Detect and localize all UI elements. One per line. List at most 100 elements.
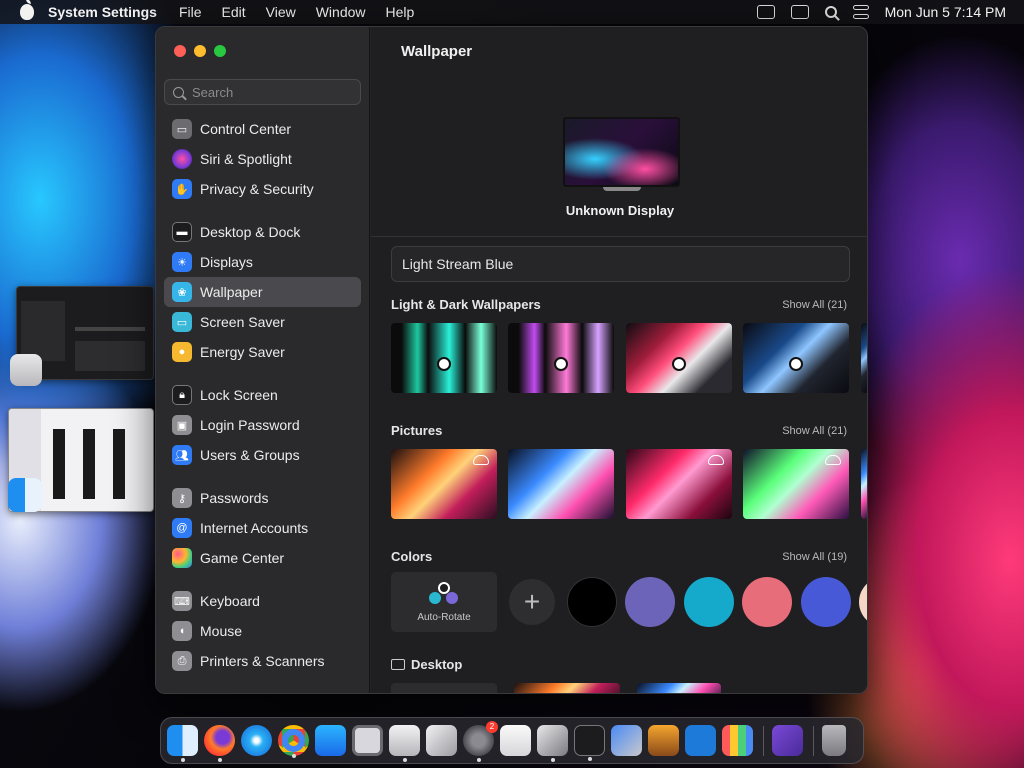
desktop-folder-thumbnail[interactable] bbox=[637, 683, 721, 693]
terminal-icon[interactable] bbox=[574, 725, 605, 761]
app-store-icon[interactable] bbox=[315, 725, 346, 756]
sidebar-item-control-center[interactable]: ▭ Control Center bbox=[164, 117, 361, 144]
disk-utility-icon[interactable] bbox=[10, 354, 42, 386]
finder-icon[interactable] bbox=[167, 725, 198, 762]
launchpad-icon[interactable] bbox=[722, 725, 753, 756]
show-all-light-dark-button[interactable]: Show All (21) bbox=[782, 299, 847, 311]
control-center-icon[interactable] bbox=[852, 5, 869, 19]
sidebar-item-label: Energy Saver bbox=[200, 344, 285, 360]
screenshot-icon[interactable] bbox=[352, 725, 383, 756]
dock: 2 bbox=[160, 717, 864, 764]
mouse-icon: ◖ bbox=[172, 621, 192, 641]
light-dark-icon bbox=[554, 357, 568, 371]
desktop-folder-thumbnail[interactable] bbox=[391, 683, 497, 693]
sidebar-item-keyboard[interactable]: ⌨ Keyboard bbox=[164, 586, 361, 616]
sidebar-item-login-password[interactable]: ▣ Login Password bbox=[164, 410, 361, 440]
menu-window[interactable]: Window bbox=[316, 4, 366, 20]
light-dark-icon bbox=[672, 357, 686, 371]
textedit-icon[interactable] bbox=[500, 725, 531, 756]
auto-rotate-icon bbox=[429, 581, 459, 606]
sidebar-item-screen-saver[interactable]: ▭ Screen Saver bbox=[164, 307, 361, 337]
sidebar-item-label: Keyboard bbox=[200, 593, 260, 609]
sidebar-item-desktop-dock[interactable]: ▬ Desktop & Dock bbox=[164, 217, 361, 247]
picture-thumbnail[interactable] bbox=[861, 449, 867, 519]
main-pane: Wallpaper Unknown Display Light Stream B… bbox=[371, 27, 867, 693]
garageband-icon[interactable] bbox=[648, 725, 679, 756]
menu-help[interactable]: Help bbox=[386, 4, 415, 20]
wallpaper-icon: ❀ bbox=[172, 282, 192, 302]
sidebar-item-energy-saver[interactable]: ● Energy Saver bbox=[164, 337, 361, 367]
color-swatch-black[interactable] bbox=[567, 577, 617, 627]
finder-icon[interactable] bbox=[8, 478, 42, 512]
auto-rotate-button[interactable]: Auto-Rotate bbox=[391, 572, 497, 632]
add-color-button[interactable]: + bbox=[509, 579, 555, 625]
sidebar-item-privacy-security[interactable]: ✋ Privacy & Security bbox=[164, 174, 361, 204]
show-all-colors-button[interactable]: Show All (19) bbox=[782, 551, 847, 563]
wallpaper-thumbnail[interactable] bbox=[508, 323, 614, 393]
picture-thumbnail[interactable] bbox=[743, 449, 849, 519]
sidebar-item-siri-spotlight[interactable]: Siri & Spotlight bbox=[164, 144, 361, 174]
sidebar-item-internet-accounts[interactable]: @ Internet Accounts bbox=[164, 513, 361, 543]
screen-mirroring-icon[interactable] bbox=[790, 5, 809, 19]
desktop-folder-thumbnail[interactable] bbox=[514, 683, 620, 693]
sidebar-item-game-center[interactable]: Game Center bbox=[164, 543, 361, 573]
display-preview[interactable] bbox=[563, 117, 680, 187]
xcode-icon[interactable] bbox=[611, 725, 642, 756]
script-editor-icon[interactable] bbox=[426, 725, 457, 756]
picture-thumbnail[interactable] bbox=[508, 449, 614, 519]
disk-utility-icon[interactable] bbox=[537, 725, 568, 762]
show-all-pictures-button[interactable]: Show All (21) bbox=[782, 425, 847, 437]
menu-edit[interactable]: Edit bbox=[222, 4, 246, 20]
minimize-button[interactable] bbox=[194, 45, 206, 57]
sidebar-item-printers-scanners[interactable]: ⎙ Printers & Scanners bbox=[164, 646, 361, 676]
picture-thumbnail[interactable] bbox=[391, 449, 497, 519]
sidebar: Search ▭ Control Center Siri & Spotlight… bbox=[156, 27, 370, 693]
section-title-pictures: Pictures bbox=[391, 423, 443, 438]
wallpaper-thumbnail[interactable] bbox=[861, 323, 867, 393]
color-swatch-teal[interactable] bbox=[684, 577, 734, 627]
chrome-icon[interactable] bbox=[278, 725, 309, 758]
sidebar-item-mouse[interactable]: ◖ Mouse bbox=[164, 616, 361, 646]
color-swatch-peach[interactable] bbox=[859, 577, 867, 627]
notification-badge: 2 bbox=[486, 721, 498, 733]
sidebar-item-users-groups[interactable]: 👥︎ Users & Groups bbox=[164, 440, 361, 470]
menubar-clock[interactable]: Mon Jun 5 7:14 PM bbox=[885, 4, 1006, 20]
current-wallpaper-field[interactable]: Light Stream Blue bbox=[391, 246, 850, 282]
system-settings-icon[interactable]: 2 bbox=[463, 721, 498, 762]
firefox-icon[interactable] bbox=[204, 725, 235, 762]
sidebar-item-displays[interactable]: ☀ Displays bbox=[164, 247, 361, 277]
preview-icon[interactable] bbox=[389, 725, 420, 762]
apple-menu-icon[interactable] bbox=[20, 0, 34, 20]
trash-icon[interactable] bbox=[822, 725, 846, 756]
spotlight-search-icon[interactable] bbox=[824, 6, 837, 18]
sidebar-item-passwords[interactable]: ⚷ Passwords bbox=[164, 483, 361, 513]
menu-file[interactable]: File bbox=[179, 4, 202, 20]
color-swatch-blue[interactable] bbox=[801, 577, 851, 627]
stage-manager-icon[interactable] bbox=[756, 5, 775, 19]
siri-icon bbox=[172, 149, 192, 169]
sidebar-item-lock-screen[interactable]: 🔒︎ Lock Screen bbox=[164, 380, 361, 410]
color-swatch-pink[interactable] bbox=[742, 577, 792, 627]
users-icon: 👥︎ bbox=[172, 445, 192, 465]
color-swatch-purple[interactable] bbox=[625, 577, 675, 627]
wallpaper-thumbnail[interactable] bbox=[743, 323, 849, 393]
wallpaper-thumbnail[interactable] bbox=[626, 323, 732, 393]
sidebar-item-label: Internet Accounts bbox=[200, 520, 309, 536]
visual-studio-icon[interactable] bbox=[772, 725, 803, 756]
app-menu[interactable]: System Settings bbox=[48, 4, 157, 20]
sidebar-item-wallpaper[interactable]: ❀ Wallpaper bbox=[164, 277, 361, 307]
sidebar-list[interactable]: ▭ Control Center Siri & Spotlight ✋ Priv… bbox=[164, 117, 361, 687]
light-dark-icon bbox=[437, 357, 451, 371]
section-title-colors: Colors bbox=[391, 549, 433, 564]
bulb-icon: ● bbox=[172, 342, 192, 362]
vscode-icon[interactable] bbox=[685, 725, 716, 756]
sidebar-item-label: Displays bbox=[200, 254, 253, 270]
zoom-button[interactable] bbox=[214, 45, 226, 57]
close-button[interactable] bbox=[174, 45, 186, 57]
search-field[interactable]: Search bbox=[164, 79, 361, 105]
menu-view[interactable]: View bbox=[266, 4, 296, 20]
wallpaper-thumbnail[interactable] bbox=[391, 323, 497, 393]
menu-bar: System Settings File Edit View Window He… bbox=[0, 0, 1024, 24]
picture-thumbnail[interactable] bbox=[626, 449, 732, 519]
safari-icon[interactable] bbox=[241, 725, 272, 756]
